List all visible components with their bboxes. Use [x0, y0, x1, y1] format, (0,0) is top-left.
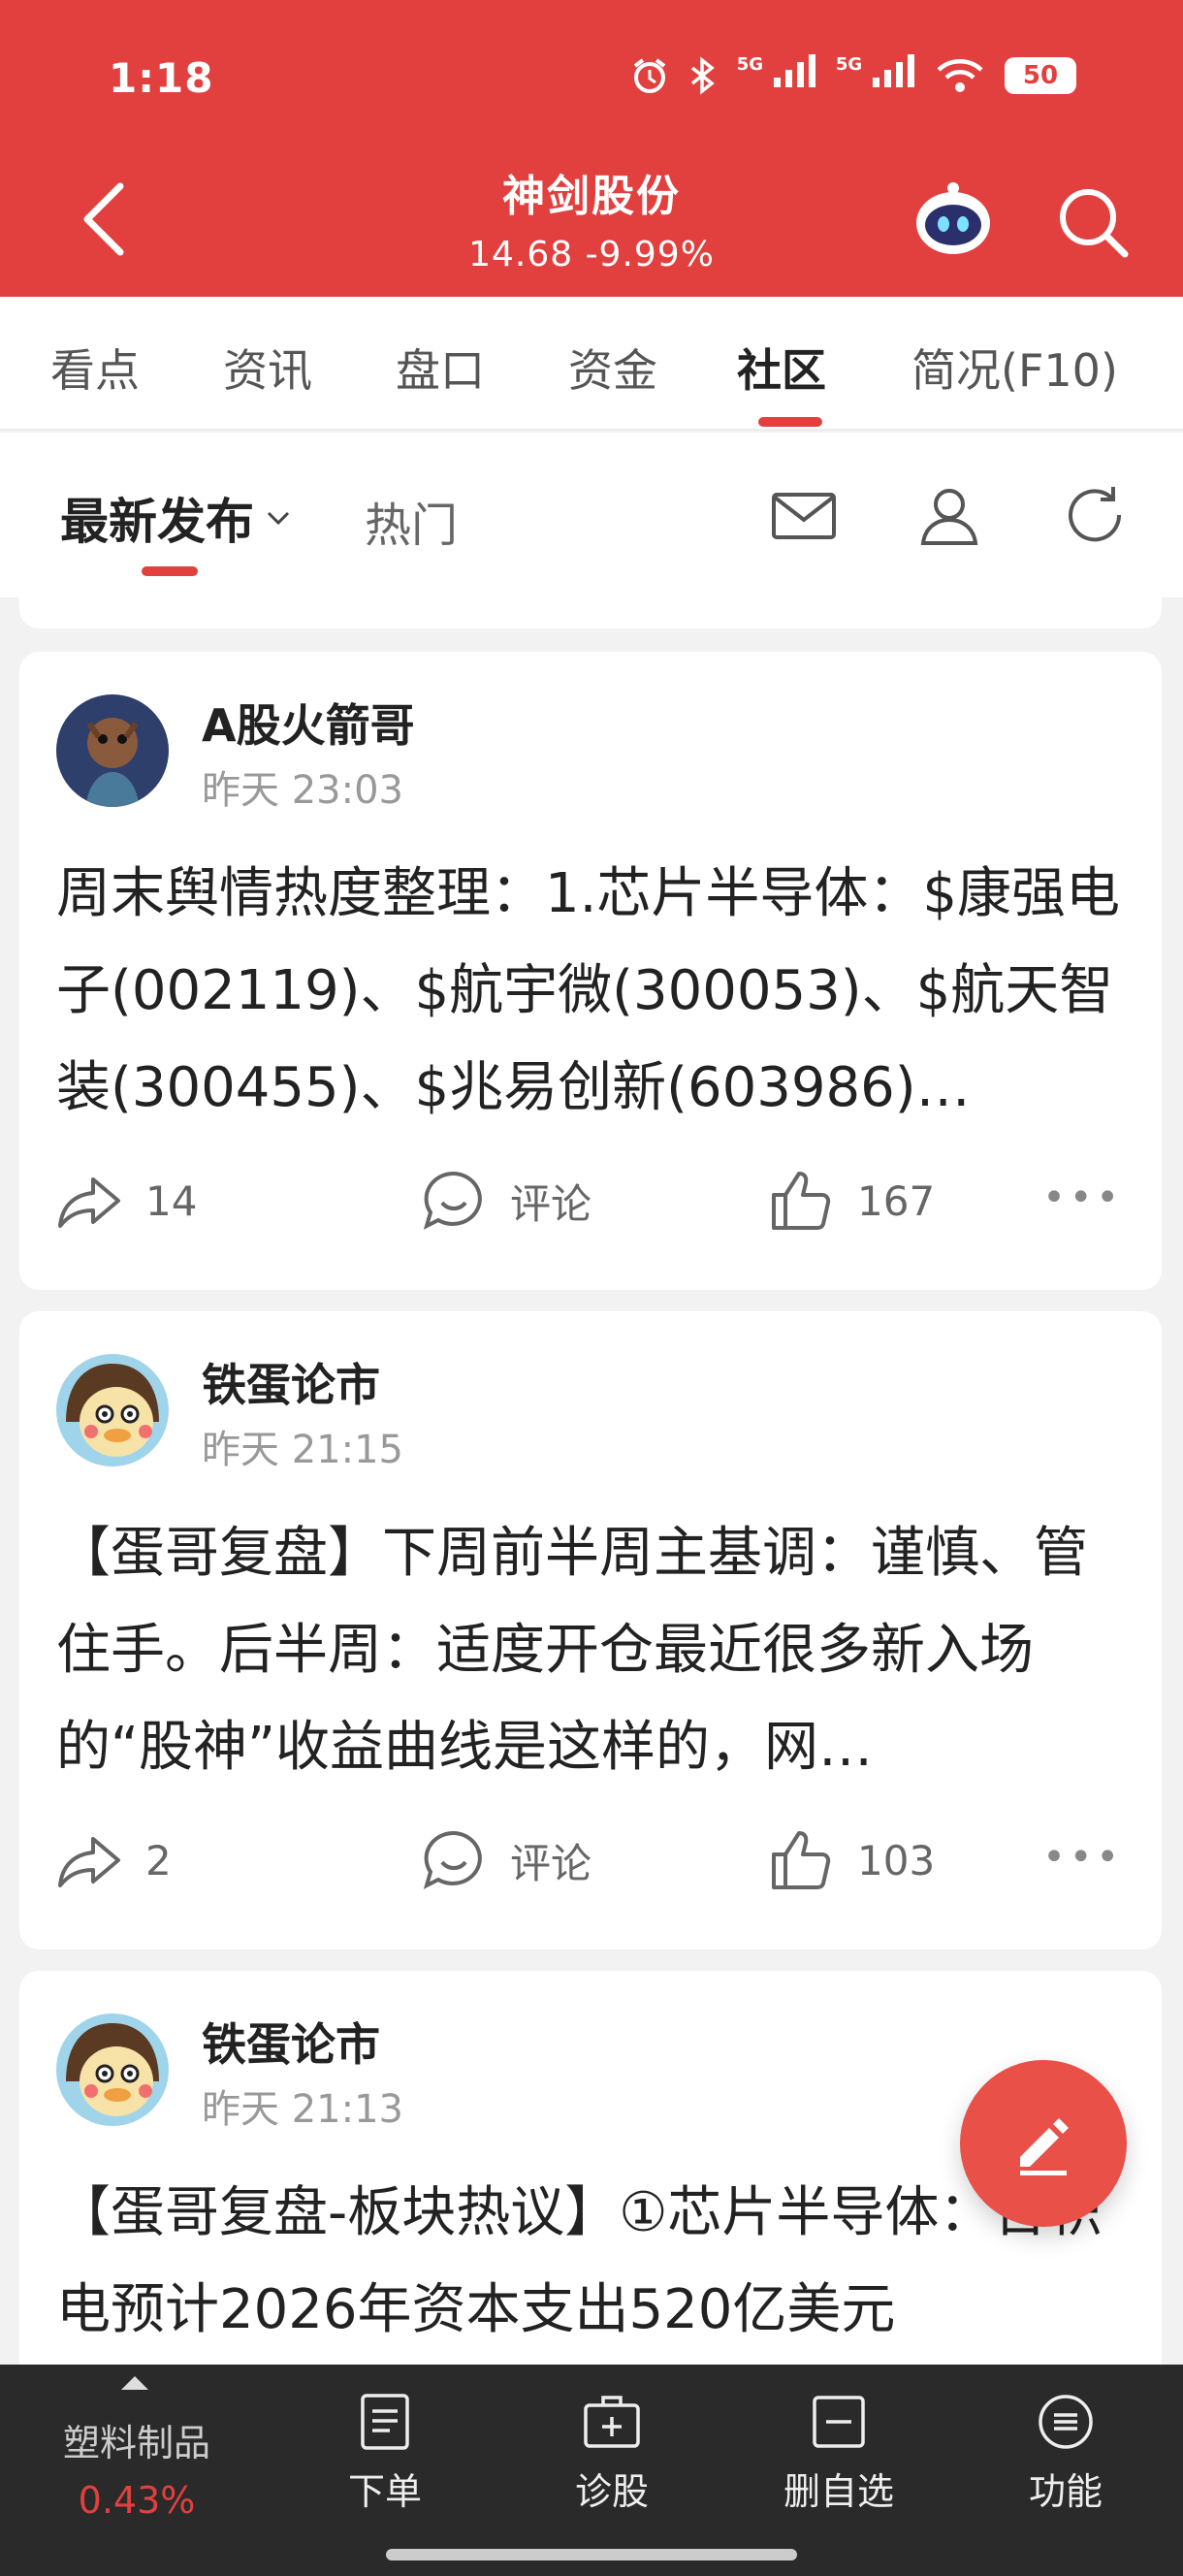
- tab-community[interactable]: 社区: [737, 336, 826, 400]
- share-count: 2: [145, 1836, 172, 1884]
- post-content[interactable]: 周末舆情热度整理：1.芯片半导体：$康强电子(002119)、$航宇微(3000…: [56, 846, 1133, 1137]
- mail-icon[interactable]: [770, 481, 838, 549]
- tab-hot-posts[interactable]: 热门: [365, 487, 458, 555]
- post-time: 昨天 23:03: [202, 768, 403, 813]
- refresh-icon[interactable]: [1061, 481, 1129, 549]
- bluetooth-icon: [690, 55, 715, 95]
- signal-icon: 5G: [737, 54, 816, 96]
- remove-watchlist-label: 删自选: [783, 2470, 894, 2513]
- order-button[interactable]: 下单: [312, 2392, 458, 2515]
- remove-watchlist-icon: [813, 2396, 865, 2448]
- more-options-icon[interactable]: •••: [1042, 1175, 1123, 1220]
- thumbs-up-icon: [772, 1172, 831, 1230]
- signal-icon-2: 5G: [836, 54, 915, 96]
- share-count: 14: [145, 1176, 198, 1225]
- diagnose-icon: [584, 2396, 640, 2448]
- tab-latest-label: 最新发布: [60, 494, 254, 550]
- tab-profile-f10[interactable]: 简况(F10): [911, 336, 1118, 400]
- comment-label: 评论: [510, 1179, 592, 1228]
- top-header: 1:18 5G 5G 50 神剑股份 14.68 -9.99%: [0, 0, 1183, 297]
- main-tabs: 看点 资讯 盘口 资金 社区 简况(F10): [0, 297, 1183, 431]
- post-card[interactable]: A股火箭哥 昨天 23:03 周末舆情热度整理：1.芯片半导体：$康强电子(00…: [19, 652, 1162, 1290]
- like-button[interactable]: 103: [766, 1825, 935, 1895]
- post-card[interactable]: 铁蛋论市 昨天 21:15 【蛋哥复盘】下周前半周主基调：谨慎、管住手。后半周：…: [19, 1311, 1162, 1949]
- stock-price-change: 14.68 -9.99%: [468, 235, 715, 274]
- post-author[interactable]: 铁蛋论市: [202, 1350, 380, 1414]
- diagnose-label: 诊股: [574, 2470, 649, 2513]
- thumbs-up-icon: [772, 1831, 831, 1889]
- like-count: 167: [857, 1176, 936, 1225]
- tab-order-book[interactable]: 盘口: [396, 336, 485, 400]
- comment-button[interactable]: 评论: [419, 1825, 592, 1895]
- share-icon: [58, 1177, 120, 1228]
- page-title: 神剑股份: [502, 172, 681, 221]
- post-author[interactable]: 铁蛋论市: [202, 2010, 380, 2074]
- post-author[interactable]: A股火箭哥: [202, 691, 415, 755]
- tab-news[interactable]: 资讯: [223, 336, 312, 400]
- share-button[interactable]: 14: [54, 1166, 197, 1236]
- like-count: 103: [857, 1836, 936, 1884]
- post-content[interactable]: 【蛋哥复盘】下周前半周主基调：谨慎、管住手。后半周：适度开仓最近很多新入场的“股…: [56, 1505, 1133, 1796]
- tab-latest-posts[interactable]: 最新发布: [60, 483, 293, 553]
- active-tab-indicator: [758, 417, 822, 427]
- avatar[interactable]: [56, 694, 169, 807]
- share-icon: [58, 1837, 120, 1887]
- user-icon[interactable]: [915, 481, 983, 549]
- functions-button[interactable]: 功能: [993, 2392, 1138, 2515]
- search-icon[interactable]: [1055, 184, 1133, 262]
- bottom-action-bar: 塑料制品 0.43% 下单 诊股 删自选 功能: [0, 2365, 1183, 2576]
- pencil-icon: [1020, 2118, 1069, 2175]
- comment-icon: [423, 1171, 482, 1230]
- previous-card-edge: [19, 597, 1162, 628]
- diagnose-button[interactable]: 诊股: [539, 2392, 685, 2515]
- caret-up-icon: [121, 2376, 148, 2390]
- remove-watchlist-button[interactable]: 删自选: [766, 2392, 911, 2515]
- functions-label: 功能: [1028, 2470, 1103, 2513]
- sub-tab-indicator: [142, 566, 198, 576]
- post-actions: 14 评论 167 •••: [19, 1166, 1162, 1243]
- post-time: 昨天 21:15: [202, 1428, 403, 1472]
- like-button[interactable]: 167: [766, 1166, 935, 1236]
- post-content[interactable]: 【蛋哥复盘-板块热议】①芯片半导体：台积电预计2026年资本支出520亿美元: [56, 2165, 1133, 2359]
- avatar[interactable]: [56, 2013, 169, 2126]
- comment-label: 评论: [510, 1839, 592, 1887]
- order-label: 下单: [347, 2470, 422, 2513]
- comment-button[interactable]: 评论: [419, 1166, 592, 1236]
- more-options-icon[interactable]: •••: [1042, 1835, 1123, 1880]
- wifi-icon: [937, 58, 983, 92]
- avatar[interactable]: [56, 1354, 169, 1466]
- chevron-down-icon: [267, 511, 290, 526]
- tab-capital-flow[interactable]: 资金: [568, 336, 657, 400]
- menu-icon: [1039, 2395, 1093, 2449]
- order-icon: [361, 2394, 409, 2450]
- tab-highlights[interactable]: 看点: [50, 336, 140, 400]
- compose-post-button[interactable]: [960, 2060, 1127, 2227]
- post-time: 昨天 21:13: [202, 2087, 403, 2132]
- battery-icon: 50: [1005, 56, 1076, 94]
- community-filter-bar: 最新发布 热门: [0, 433, 1183, 597]
- alarm-icon: [633, 57, 665, 93]
- comment-icon: [423, 1830, 482, 1889]
- share-button[interactable]: 2: [54, 1825, 172, 1895]
- sector-change: 0.43%: [78, 2479, 196, 2522]
- status-time: 1:18: [109, 54, 214, 102]
- home-indicator[interactable]: [386, 2549, 797, 2560]
- sector-ticker[interactable]: 塑料制品 0.43%: [0, 2365, 273, 2576]
- stock-title-block: 神剑股份 14.68 -9.99%: [0, 161, 1183, 274]
- post-actions: 2 评论 103 •••: [19, 1825, 1162, 1903]
- robot-assistant-icon[interactable]: [911, 180, 995, 258]
- status-icons: 5G 5G 50: [630, 54, 1076, 96]
- sector-name: 塑料制品: [62, 2422, 210, 2464]
